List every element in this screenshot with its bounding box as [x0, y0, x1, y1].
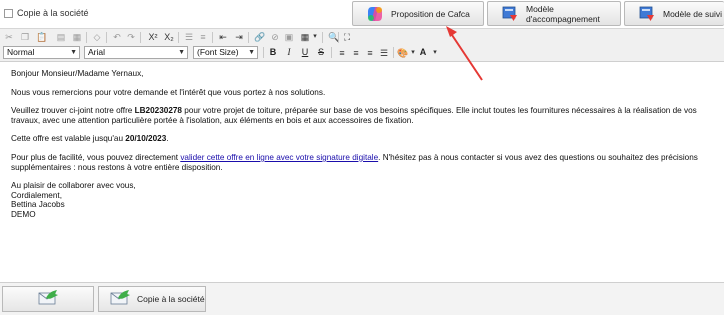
closing-line-2: Cordialement, — [11, 190, 62, 200]
paragraph-offer: Veuillez trouver ci-joint notre offre LB… — [11, 106, 697, 125]
align-justify-icon[interactable]: ☰ — [379, 48, 389, 58]
annotation-arrow — [446, 26, 483, 81]
greeting: Bonjour Monsieur/Madame Yernaux, — [11, 69, 144, 78]
font-color-button[interactable]: A — [417, 47, 429, 58]
table-dropdown-icon[interactable]: ▾ — [310, 32, 320, 42]
validity-date: 20/10/2023 — [125, 134, 167, 144]
strikethrough-button[interactable]: S — [315, 47, 327, 58]
cafca-proposal-label: Proposition de Cafca — [391, 8, 470, 19]
copy-company-button-label: Copie à la société — [137, 294, 205, 304]
paragraph-validity: Cette offre est valable jusqu'au 20/10/2… — [11, 134, 169, 144]
signature-company: DEMO — [11, 209, 36, 219]
footer-bar: Copie à la société — [0, 282, 724, 315]
undo-icon[interactable]: ↶ — [112, 32, 122, 42]
paste-word-icon[interactable]: ▦ — [72, 32, 82, 42]
font-family-value: Arial — [88, 47, 106, 57]
italic-button[interactable]: I — [283, 47, 295, 58]
redo-icon[interactable]: ↷ — [126, 32, 136, 42]
template-icon — [639, 6, 655, 22]
paragraph-sign-online: Pour plus de facilité, vous pouvez direc… — [11, 152, 698, 172]
outdent-icon[interactable]: ⇤ — [218, 32, 228, 42]
ordered-list-icon[interactable]: ☰ — [184, 32, 194, 42]
signature-name: Bettina Jacobs — [11, 200, 65, 210]
editor-toolbar-row-1: ✂ ❐ 📋 ▤ ▦ ◇ ↶ ↷ X² X₂ ☰ ≡ ⇤ ⇥ 🔗 ⊘ ▣ ▦ ▾ … — [0, 28, 724, 45]
send-mail-icon — [109, 289, 131, 309]
accompaniment-template-label: Modèle d'accompagnement — [526, 3, 600, 24]
link-icon[interactable]: 🔗 — [254, 32, 265, 42]
paste-text-icon[interactable]: ▤ — [56, 32, 66, 42]
accompaniment-template-button[interactable]: Modèle d'accompagnement — [487, 1, 621, 26]
align-center-icon[interactable]: ≡ — [351, 48, 361, 58]
follow-up-template-label: Modèle de suivi — [663, 8, 723, 19]
underline-button[interactable]: U — [299, 47, 311, 58]
superscript-button[interactable]: X² — [146, 32, 160, 42]
font-size-select[interactable]: (Font Size) ▼ — [193, 46, 258, 59]
align-right-icon[interactable]: ≡ — [365, 48, 375, 58]
paste-icon[interactable]: 📋 — [36, 32, 47, 42]
chevron-down-icon: ▼ — [178, 49, 185, 56]
font-family-select[interactable]: Arial ▼ — [84, 46, 188, 59]
subscript-button[interactable]: X₂ — [162, 32, 176, 42]
send-button[interactable] — [2, 286, 94, 312]
email-editor[interactable]: Bonjour Monsieur/Madame Yernaux, Nous vo… — [0, 62, 724, 282]
send-mail-icon — [37, 289, 59, 309]
offer-reference: LB20230278 — [134, 106, 182, 116]
template-icon — [502, 6, 518, 22]
copy-company-option[interactable]: Copie à la société — [4, 8, 89, 18]
paragraph-style-value: Normal — [7, 47, 35, 57]
font-size-value: (Font Size) — [197, 47, 239, 57]
follow-up-template-button[interactable]: Modèle de suivi — [624, 1, 724, 26]
highlight-color-icon[interactable]: 🎨 — [397, 48, 408, 58]
chevron-down-icon: ▼ — [248, 49, 255, 56]
preview-icon[interactable]: 🔍 — [328, 32, 339, 42]
copy-company-label: Copie à la société — [17, 8, 89, 18]
closing-line-1: Au plaisir de collaborer avec vous, — [11, 181, 136, 191]
top-bar: Copie à la société Proposition de Cafca … — [0, 0, 724, 28]
copy-company-checkbox[interactable] — [4, 8, 13, 18]
closing: Au plaisir de collaborer avec vous, Cord… — [11, 181, 716, 219]
paragraph-style-select[interactable]: Normal ▼ — [3, 46, 80, 59]
bullet-list-icon[interactable]: ≡ — [198, 32, 208, 42]
bold-button[interactable]: B — [267, 47, 279, 58]
sign-offer-link[interactable]: valider cette offre en ligne avec votre … — [180, 153, 378, 162]
align-left-icon[interactable]: ≡ — [337, 48, 347, 58]
fullscreen-icon[interactable]: ⛶ — [342, 32, 352, 42]
paragraph-thanks: Nous vous remercions pour votre demande … — [11, 87, 326, 97]
indent-icon[interactable]: ⇥ — [234, 32, 244, 42]
editor-toolbar-row-2: Normal ▼ Arial ▼ (Font Size) ▼ B I U S ≡… — [0, 44, 724, 62]
chevron-down-icon: ▼ — [70, 49, 77, 56]
email-body[interactable]: Bonjour Monsieur/Madame Yernaux, Nous vo… — [11, 69, 716, 220]
cut-icon[interactable]: ✂ — [4, 32, 14, 42]
copilot-icon — [367, 6, 383, 22]
find-icon[interactable]: ◇ — [92, 32, 102, 42]
copy-company-button[interactable]: Copie à la société — [98, 286, 206, 312]
table-icon[interactable]: ▦ — [300, 32, 310, 42]
unlink-icon[interactable]: ⊘ — [270, 32, 280, 42]
chevron-down-icon[interactable]: ▾ — [430, 48, 440, 58]
copy-icon[interactable]: ❐ — [20, 32, 30, 42]
image-icon[interactable]: ▣ — [284, 32, 294, 42]
